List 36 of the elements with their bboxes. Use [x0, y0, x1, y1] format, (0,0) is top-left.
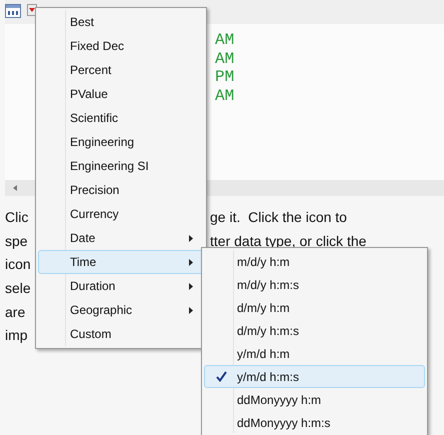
menu-item[interactable]: d/m/y h:m:s [204, 319, 425, 342]
menu-item[interactable]: Engineering [38, 130, 204, 154]
menu-item[interactable]: Date [38, 226, 204, 250]
menu-item[interactable]: m/d/y h:m:s [204, 273, 425, 296]
description-text: ge it. Click the icon to [210, 208, 347, 225]
menu-item[interactable]: d/m/y h:m [204, 296, 425, 319]
table-cell-text: AM [215, 86, 236, 105]
dropdown-icon[interactable] [27, 4, 37, 16]
menu-item[interactable]: Percent [38, 58, 204, 82]
description-text: spe [5, 232, 28, 249]
menu-item[interactable]: Best [38, 10, 204, 34]
table-cell-text: AM [215, 31, 236, 50]
menu-item[interactable]: ddMonyyyy h:m:s [204, 411, 425, 434]
menu-item[interactable]: Geographic [38, 298, 204, 322]
description-text: imp [5, 327, 28, 344]
description-text: icon [5, 256, 31, 272]
menu-item[interactable]: Custom [38, 322, 204, 346]
menu-item[interactable]: Duration [38, 274, 204, 298]
description-text: Clic [5, 208, 28, 225]
menu-item[interactable]: y/m/d h:m:s [204, 365, 425, 388]
table-icon[interactable] [5, 4, 21, 18]
menu-item[interactable]: Precision [38, 178, 204, 202]
menu-item[interactable]: ddMonyyyy h:m [204, 388, 425, 411]
menu-item[interactable]: PValue [38, 82, 204, 106]
menu-item[interactable]: Engineering SI [38, 154, 204, 178]
table-cell-text: AM [215, 50, 236, 68]
description-text: sele [5, 280, 31, 296]
left-arrow-icon[interactable] [13, 185, 17, 191]
table-cell-text: PM [215, 68, 236, 86]
description-text: are [5, 304, 26, 320]
menu-item[interactable]: Currency [38, 202, 204, 226]
menu-item[interactable]: Scientific [38, 106, 204, 130]
menu-item[interactable]: Fixed Dec [38, 34, 204, 58]
menu-item[interactable]: m/d/y h:m [204, 250, 425, 273]
menu-item[interactable]: y/m/d h:m [204, 342, 425, 365]
menu-item[interactable]: Time [38, 250, 204, 274]
